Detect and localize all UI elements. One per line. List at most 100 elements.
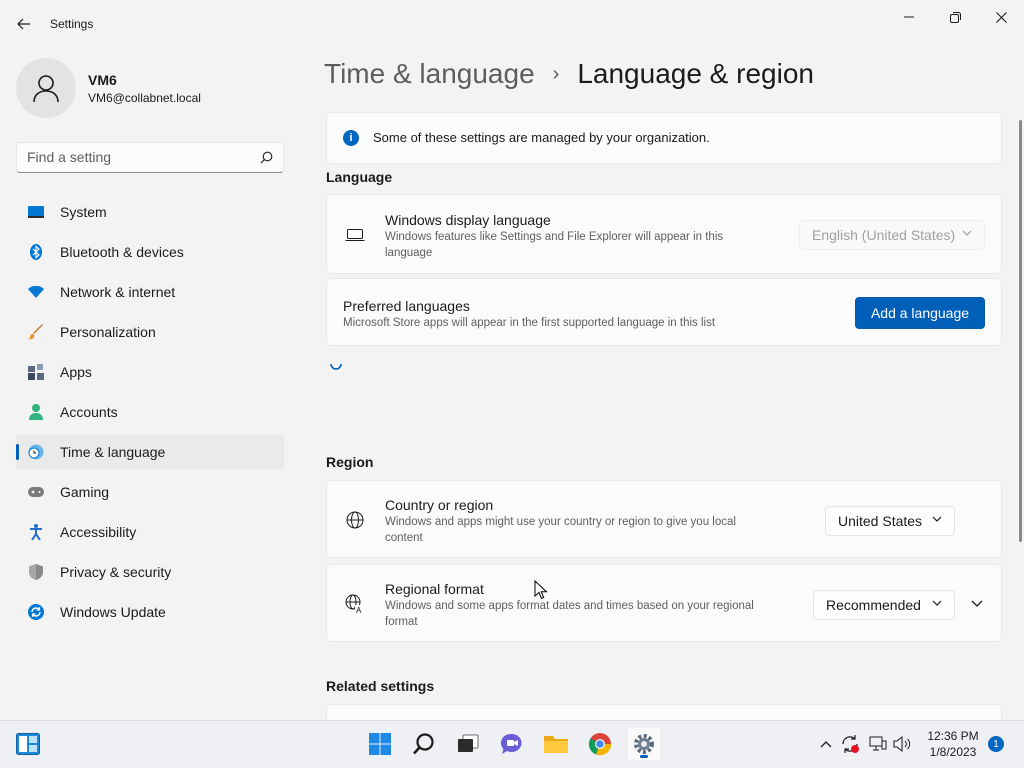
windows-update-icon — [28, 604, 44, 620]
sidebar-item-windows-update[interactable]: Windows Update — [16, 594, 284, 630]
managed-by-org-infobar: i Some of these settings are managed by … — [326, 112, 1002, 164]
title-bar: Settings — [0, 0, 1024, 48]
search-box[interactable] — [16, 142, 284, 173]
regional-format-desc-2: format — [385, 616, 418, 628]
regional-format-desc-1: Windows and some apps format dates and t… — [385, 600, 754, 612]
display-language-dropdown[interactable]: English (United States) — [799, 220, 985, 250]
monitor-icon — [345, 225, 365, 245]
display-language-desc-2: language — [385, 247, 433, 259]
country-region-desc-1: Windows and apps might use your country … — [385, 516, 736, 528]
sidebar-item-label: Accounts — [60, 404, 118, 420]
chevron-up-icon — [820, 741, 832, 748]
chevron-down-icon — [932, 516, 942, 522]
country-region-title: Country or region — [385, 497, 494, 513]
svg-text:A: A — [356, 606, 362, 614]
sidebar-item-label: Apps — [60, 364, 92, 380]
breadcrumb: Time & language › Language & region — [324, 58, 814, 90]
globe-icon — [345, 510, 365, 530]
time-language-icon — [28, 444, 44, 460]
chat-icon — [500, 733, 522, 754]
sync-status-button[interactable] — [840, 734, 860, 754]
avatar[interactable] — [16, 58, 76, 118]
chevron-down-icon — [962, 230, 972, 236]
country-region-desc-2: content — [385, 532, 423, 544]
sidebar-item-system[interactable]: System — [16, 194, 284, 230]
back-button[interactable] — [10, 10, 38, 38]
notification-badge[interactable]: 1 — [988, 736, 1004, 752]
sidebar-item-label: Privacy & security — [60, 564, 172, 580]
regional-format-card[interactable]: A Regional format Windows and some apps … — [326, 564, 1002, 642]
settings-taskbar-button[interactable] — [628, 728, 660, 760]
close-button[interactable] — [978, 4, 1024, 30]
accessibility-icon — [28, 524, 44, 540]
ethernet-icon — [869, 736, 887, 751]
sidebar-item-time-language[interactable]: Time & language — [16, 434, 284, 470]
search-input[interactable] — [27, 149, 247, 165]
country-region-dropdown[interactable]: United States — [825, 506, 955, 536]
file-explorer-button[interactable] — [540, 728, 572, 760]
widgets-button[interactable] — [12, 728, 44, 760]
close-icon — [995, 11, 1007, 23]
minimize-icon — [904, 16, 914, 18]
regional-format-title: Regional format — [385, 581, 484, 597]
app-title: Settings — [50, 17, 94, 31]
scrollbar[interactable] — [1019, 120, 1022, 542]
taskbar-search-button[interactable] — [408, 728, 440, 760]
search-icon — [260, 151, 273, 164]
sidebar-item-label: Personalization — [60, 324, 156, 340]
sidebar-item-label: System — [60, 204, 107, 220]
widgets-icon — [16, 733, 40, 755]
user-email: VM6@collabnet.local — [88, 91, 201, 105]
preferred-languages-desc: Microsoft Store apps will appear in the … — [343, 317, 716, 329]
add-language-button[interactable]: Add a language — [855, 297, 985, 329]
loading-spinner-icon — [330, 363, 342, 370]
breadcrumb-separator: › — [552, 63, 560, 85]
sidebar-item-accessibility[interactable]: Accessibility — [16, 514, 284, 550]
network-icon — [28, 284, 44, 300]
expand-chevron-icon[interactable] — [971, 600, 983, 608]
chat-button[interactable] — [496, 728, 528, 760]
related-settings-heading: Related settings — [326, 678, 435, 694]
task-view-icon — [458, 734, 479, 752]
breadcrumb-parent[interactable]: Time & language — [324, 58, 535, 89]
gaming-icon — [28, 484, 44, 500]
apps-icon — [28, 364, 44, 380]
start-button[interactable] — [364, 728, 396, 760]
clock-date: 1/8/2023 — [929, 745, 977, 759]
volume-tray-button[interactable] — [892, 734, 912, 754]
brush-icon — [28, 324, 44, 340]
display-language-value: English (United States) — [812, 227, 956, 243]
sidebar-item-label: Network & internet — [60, 284, 176, 300]
sidebar-item-label: Gaming — [60, 484, 110, 500]
task-view-button[interactable] — [452, 728, 484, 760]
user-name: VM6 — [88, 72, 117, 88]
sidebar-item-personalization[interactable]: Personalization — [16, 314, 284, 350]
network-tray-button[interactable] — [868, 734, 888, 754]
related-settings-card[interactable] — [326, 704, 1002, 720]
shield-icon — [28, 564, 44, 580]
sidebar-nav: System Bluetooth & devices Network & int… — [16, 194, 284, 634]
display-language-title: Windows display language — [385, 212, 551, 228]
sidebar-item-privacy[interactable]: Privacy & security — [16, 554, 284, 590]
show-hidden-icons-button[interactable] — [816, 734, 836, 754]
sidebar-item-apps[interactable]: Apps — [16, 354, 284, 390]
chrome-button[interactable] — [584, 728, 616, 760]
sidebar-item-gaming[interactable]: Gaming — [16, 474, 284, 510]
windows-logo-icon — [369, 733, 391, 755]
taskbar-clock[interactable]: 12:36 PM 1/8/2023 — [920, 728, 986, 760]
regional-format-value: Recommended — [826, 597, 921, 613]
minimize-button[interactable] — [886, 4, 932, 30]
speaker-icon — [893, 736, 911, 752]
region-section-heading: Region — [326, 454, 374, 470]
language-section-heading: Language — [326, 169, 393, 185]
display-language-card: Windows display language Windows feature… — [326, 194, 1002, 274]
regional-format-dropdown[interactable]: Recommended — [813, 590, 955, 620]
sidebar-item-accounts[interactable]: Accounts — [16, 394, 284, 430]
active-app-indicator — [640, 755, 648, 758]
restore-button[interactable] — [932, 4, 978, 30]
clock-time: 12:36 PM — [927, 729, 979, 743]
user-icon — [33, 75, 59, 103]
sidebar-item-bluetooth[interactable]: Bluetooth & devices — [16, 234, 284, 270]
country-region-card: Country or region Windows and apps might… — [326, 480, 1002, 558]
sidebar-item-network[interactable]: Network & internet — [16, 274, 284, 310]
